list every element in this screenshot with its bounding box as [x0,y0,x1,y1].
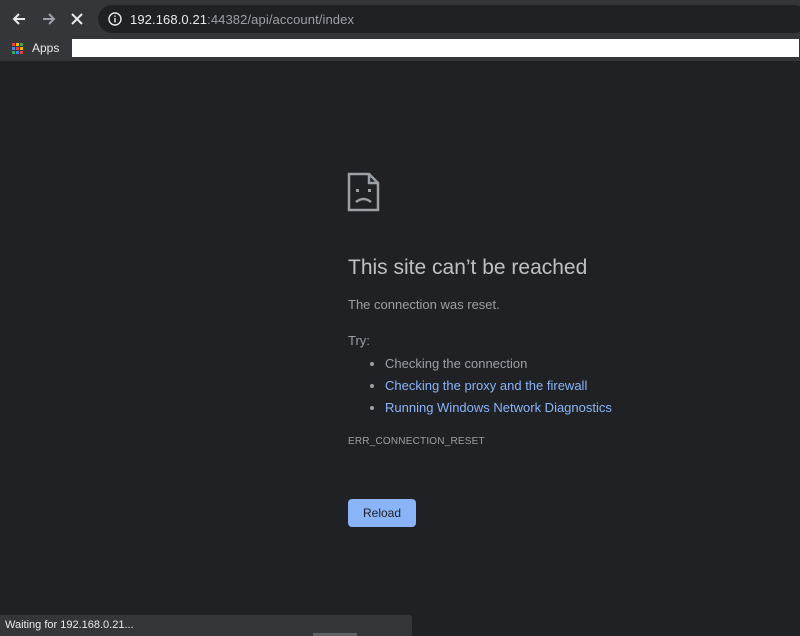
url-text[interactable]: 192.168.0.21:44382/api/account/index [130,12,354,27]
address-bar[interactable]: 192.168.0.21:44382/api/account/index [98,5,800,33]
apps-shortcut[interactable]: Apps [12,41,59,55]
arrow-right-icon [43,13,56,25]
apps-grid-icon [12,42,23,54]
suggestion-network-diagnostics-link[interactable]: Running Windows Network Diagnostics [370,397,612,419]
error-page: This site can’t be reached The connectio… [0,61,800,636]
close-icon [71,13,83,25]
suggestion-check-proxy-link[interactable]: Checking the proxy and the firewall [370,375,612,397]
forward-button[interactable] [36,6,62,32]
page-title: This site can’t be reached [348,256,588,279]
sad-document-icon [347,172,380,212]
url-path: :44382/api/account/index [207,11,355,27]
arrow-left-icon [12,13,25,25]
suggestion-list: Checking the connection Checking the pro… [370,353,612,419]
url-host: 192.168.0.21 [130,11,208,27]
try-label: Try: [348,333,370,348]
bookmarks-area [72,39,799,57]
info-icon[interactable] [108,12,122,26]
stop-button[interactable] [64,6,90,32]
suggestion-check-connection: Checking the connection [370,353,612,375]
bookmarks-bar: Apps [0,37,800,61]
back-button[interactable] [6,6,32,32]
reload-button[interactable]: Reload [348,499,416,527]
error-description: The connection was reset. [348,297,500,312]
error-code: ERR_CONNECTION_RESET [348,436,485,447]
apps-label: Apps [32,41,60,55]
browser-toolbar: 192.168.0.21:44382/api/account/index [0,0,800,37]
